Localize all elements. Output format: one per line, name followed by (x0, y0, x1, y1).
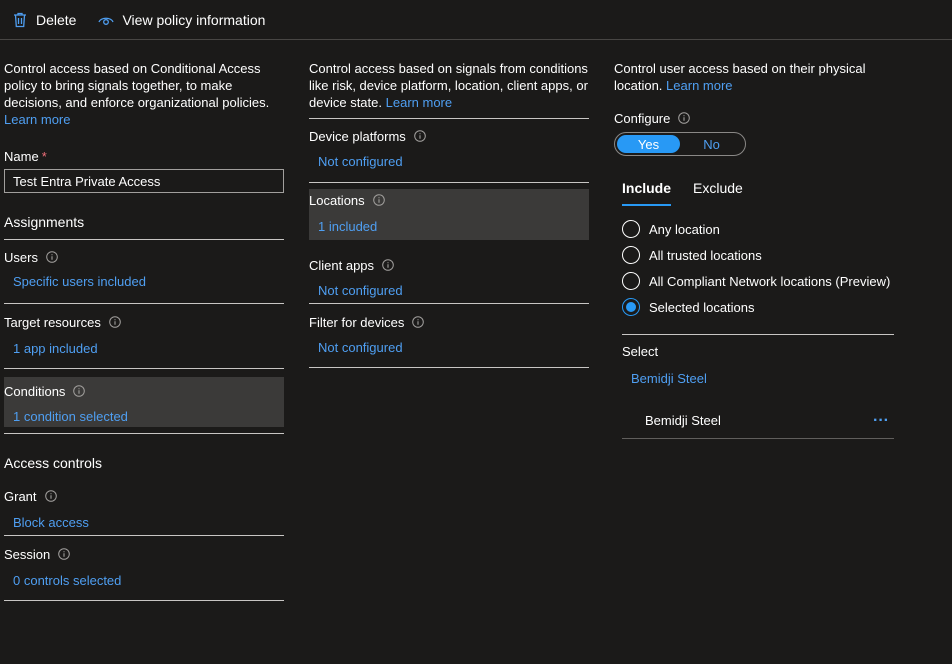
info-icon (58, 548, 71, 560)
radio-button[interactable] (622, 272, 640, 290)
grant-value-link[interactable]: Block access (4, 515, 284, 530)
locations-description: Control user access based on their physi… (614, 61, 866, 93)
radio-dot (626, 302, 636, 312)
session-value-link[interactable]: 0 controls selected (4, 573, 284, 588)
view-policy-label: View policy information (122, 11, 266, 28)
name-label: Name (4, 148, 39, 164)
info-icon (372, 194, 385, 206)
radio-all-trusted-locations[interactable]: All trusted locations (622, 242, 904, 268)
locations-column: Control user access based on their physi… (614, 60, 904, 439)
radio-any-location[interactable]: Any location (622, 216, 904, 242)
radio-compliant-network[interactable]: All Compliant Network locations (Preview… (622, 268, 904, 294)
radio-label: Any location (649, 221, 720, 237)
learn-more-link[interactable]: Learn more (4, 112, 70, 127)
target-resources-value-link[interactable]: 1 app included (4, 341, 284, 356)
target-resources-item[interactable]: Target resources 1 app included (4, 304, 284, 368)
session-item[interactable]: Session 0 controls selected (4, 536, 284, 600)
filter-devices-item[interactable]: Filter for devices Not configured (309, 304, 589, 367)
info-icon (412, 316, 425, 328)
learn-more-link[interactable]: Learn more (666, 78, 732, 93)
device-platforms-value-link[interactable]: Not configured (309, 154, 589, 169)
toggle-yes[interactable]: Yes (617, 135, 680, 153)
selected-location-name: Bemidji Steel (645, 413, 721, 428)
divider (4, 368, 284, 369)
divider (622, 334, 894, 335)
info-icon (382, 259, 394, 271)
configure-label-row: Configure (614, 109, 904, 127)
configure-toggle[interactable]: Yes No (614, 132, 746, 156)
session-label: Session (4, 546, 51, 562)
name-input[interactable] (4, 169, 284, 193)
conditions-value-link[interactable]: 1 condition selected (4, 409, 284, 424)
conditions-description: Control access based on signals from con… (309, 61, 588, 110)
include-exclude-tabs: Include Exclude (622, 180, 904, 206)
radio-label: All Compliant Network locations (Preview… (649, 273, 891, 289)
configure-label: Configure (614, 110, 671, 126)
command-bar: Delete View policy information (0, 0, 952, 40)
policy-column: Control access based on Conditional Acce… (4, 60, 284, 601)
more-icon[interactable]: ··· (873, 412, 889, 430)
delete-button[interactable]: Delete (12, 12, 76, 28)
locations-label: Locations (309, 192, 365, 208)
select-label: Select (622, 344, 659, 359)
locations-item[interactable]: Locations 1 included (309, 189, 589, 240)
users-item[interactable]: Users Specific users included (4, 240, 284, 303)
radio-button-checked[interactable] (622, 298, 640, 316)
divider (4, 600, 284, 601)
client-apps-value-link[interactable]: Not configured (309, 283, 589, 298)
trash-icon (12, 12, 28, 28)
grant-item[interactable]: Grant Block access (4, 473, 284, 535)
info-icon (44, 490, 57, 502)
info-icon (46, 251, 58, 263)
eye-icon (98, 12, 115, 28)
divider (309, 182, 589, 183)
filter-devices-label: Filter for devices (309, 314, 405, 330)
location-radio-group: Any location All trusted locations All C… (622, 216, 904, 320)
info-icon (414, 130, 426, 142)
tab-exclude[interactable]: Exclude (693, 180, 743, 206)
learn-more-link[interactable]: Learn more (386, 95, 452, 110)
radio-button[interactable] (622, 246, 640, 264)
info-icon (678, 112, 691, 124)
name-label-row: Name * (4, 147, 284, 165)
divider (4, 433, 284, 434)
tab-include[interactable]: Include (622, 180, 672, 206)
required-mark: * (41, 148, 47, 164)
view-policy-button[interactable]: View policy information (98, 12, 265, 28)
info-icon (109, 316, 121, 328)
delete-label: Delete (36, 11, 77, 28)
device-platforms-item[interactable]: Device platforms Not configured (309, 119, 589, 182)
filter-devices-value-link[interactable]: Not configured (309, 340, 589, 355)
locations-value-link[interactable]: 1 included (309, 219, 589, 234)
conditions-column: Control access based on signals from con… (309, 60, 589, 368)
users-label: Users (4, 249, 38, 265)
selected-location-row: Bemidji Steel ··· (622, 403, 894, 439)
grant-label: Grant (4, 488, 37, 504)
radio-label: All trusted locations (649, 247, 762, 263)
target-resources-label: Target resources (4, 314, 101, 330)
device-platforms-label: Device platforms (309, 128, 406, 144)
client-apps-item[interactable]: Client apps Not configured (309, 240, 589, 303)
assignments-heading: Assignments (4, 214, 85, 230)
radio-button[interactable] (622, 220, 640, 238)
policy-description: Control access based on Conditional Acce… (4, 61, 270, 127)
conditions-label: Conditions (4, 383, 66, 399)
info-icon (73, 385, 86, 397)
radio-selected-locations[interactable]: Selected locations (622, 294, 904, 320)
conditions-item[interactable]: Conditions 1 condition selected (4, 377, 284, 427)
access-controls-heading: Access controls (4, 455, 103, 471)
select-locations-link[interactable]: Bemidji Steel (631, 371, 904, 389)
divider (309, 367, 589, 368)
client-apps-label: Client apps (309, 257, 375, 273)
toggle-no[interactable]: No (680, 135, 743, 153)
radio-label: Selected locations (649, 299, 755, 315)
users-value-link[interactable]: Specific users included (4, 274, 284, 289)
